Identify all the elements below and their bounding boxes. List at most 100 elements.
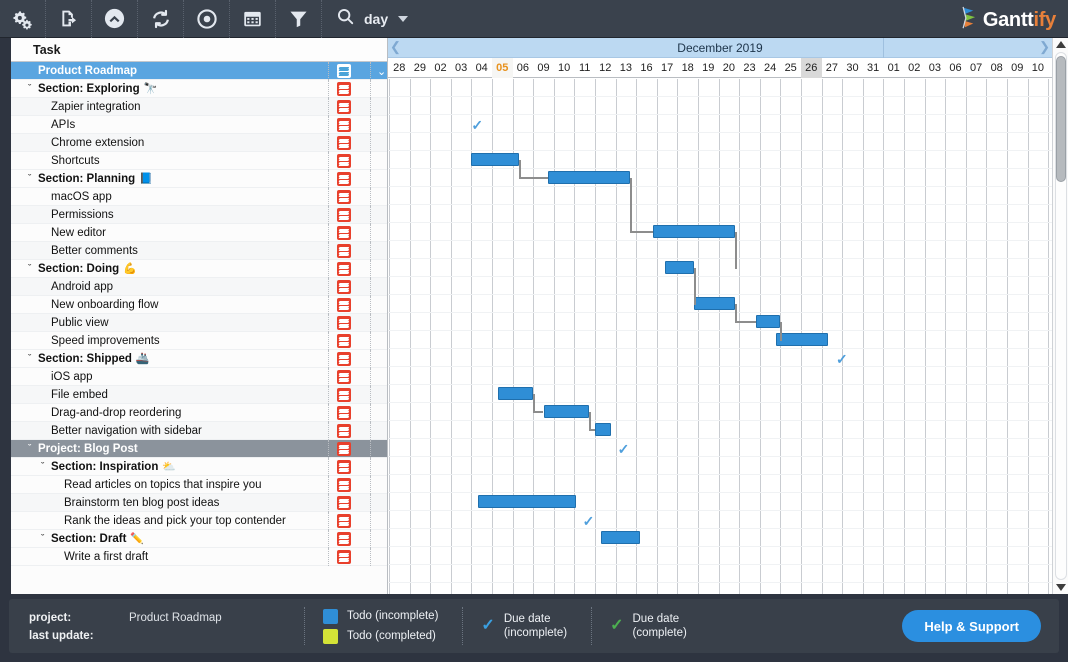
task-row[interactable]: macOS app bbox=[11, 188, 387, 206]
task-row[interactable]: Better navigation with sidebar bbox=[11, 422, 387, 440]
day-column-header[interactable]: 17 bbox=[657, 58, 678, 78]
task-row[interactable]: iOS app bbox=[11, 368, 387, 386]
day-column-header[interactable]: 06 bbox=[513, 58, 534, 78]
task-row[interactable]: Rank the ideas and pick your top contend… bbox=[11, 512, 387, 530]
task-row[interactable]: Better comments bbox=[11, 242, 387, 260]
day-column-header[interactable]: 10 bbox=[1028, 58, 1049, 78]
target-button[interactable] bbox=[184, 0, 230, 38]
settings-gears-button[interactable] bbox=[0, 0, 46, 38]
due-date-check-icon[interactable]: ✓ bbox=[471, 118, 483, 132]
refresh-button[interactable] bbox=[138, 0, 184, 38]
day-column-header[interactable]: 04 bbox=[471, 58, 492, 78]
day-column-header[interactable]: 09 bbox=[533, 58, 554, 78]
gantt-bar[interactable] bbox=[776, 333, 828, 346]
search-scale-group[interactable]: day bbox=[322, 0, 409, 38]
due-date-check-icon[interactable]: ✓ bbox=[618, 442, 630, 456]
task-row[interactable]: ˇ Section: Shipped 🚢 bbox=[11, 350, 387, 368]
gantt-bar[interactable] bbox=[652, 225, 736, 238]
task-row[interactable]: Permissions bbox=[11, 206, 387, 224]
task-row[interactable]: Write a first draft bbox=[11, 548, 387, 566]
day-column-header[interactable]: 01 bbox=[883, 58, 904, 78]
day-column-header[interactable]: 02 bbox=[430, 58, 451, 78]
task-row[interactable]: Zapier integration bbox=[11, 98, 387, 116]
task-row[interactable]: Speed improvements bbox=[11, 332, 387, 350]
day-column-header[interactable]: 31 bbox=[863, 58, 884, 78]
task-row[interactable]: Product Roadmap ⌄ bbox=[11, 62, 387, 80]
task-row[interactable]: Drag-and-drop reordering bbox=[11, 404, 387, 422]
vertical-scrollbar[interactable] bbox=[1052, 38, 1068, 594]
day-column-header[interactable]: 16 bbox=[636, 58, 657, 78]
chevron-right-icon[interactable]: ❯ bbox=[1039, 39, 1050, 55]
gantt-bar[interactable] bbox=[543, 405, 589, 418]
day-column-header[interactable]: 12 bbox=[595, 58, 616, 78]
day-column-header[interactable]: 03 bbox=[451, 58, 472, 78]
due-date-check-icon[interactable]: ✓ bbox=[583, 514, 595, 528]
disclosure-twisty-icon[interactable]: ˇ bbox=[25, 174, 34, 183]
task-row[interactable]: Brainstorm ten blog post ideas bbox=[11, 494, 387, 512]
chevron-left-icon[interactable]: ❮ bbox=[390, 39, 401, 55]
day-column-header[interactable]: 09 bbox=[1007, 58, 1028, 78]
disclosure-twisty-icon[interactable]: ˇ bbox=[25, 354, 34, 363]
search-icon[interactable] bbox=[336, 7, 355, 31]
task-row[interactable]: New editor bbox=[11, 224, 387, 242]
gantt-bar[interactable] bbox=[547, 171, 630, 184]
gantt-bar[interactable] bbox=[755, 315, 781, 328]
chevron-down-icon[interactable]: ⌄ bbox=[377, 65, 386, 78]
task-row[interactable]: File embed bbox=[11, 386, 387, 404]
collapse-up-button[interactable] bbox=[92, 0, 138, 38]
day-column-header[interactable]: 06 bbox=[945, 58, 966, 78]
day-column-header[interactable]: 27 bbox=[822, 58, 843, 78]
task-row[interactable]: Android app bbox=[11, 278, 387, 296]
calendar-button[interactable] bbox=[230, 0, 276, 38]
task-row[interactable]: Shortcuts bbox=[11, 152, 387, 170]
disclosure-twisty-icon[interactable]: ˇ bbox=[38, 534, 47, 543]
day-column-header[interactable]: 30 bbox=[842, 58, 863, 78]
gantt-bar[interactable] bbox=[601, 531, 641, 544]
day-column-header[interactable]: 24 bbox=[760, 58, 781, 78]
task-row[interactable]: APIs bbox=[11, 116, 387, 134]
gantt-bar[interactable] bbox=[471, 153, 519, 166]
gantt-bar[interactable] bbox=[498, 387, 534, 400]
task-row[interactable]: ˇ Section: Exploring 🔭 bbox=[11, 80, 387, 98]
disclosure-twisty-icon[interactable]: ˇ bbox=[25, 264, 34, 273]
day-column-header[interactable]: 25 bbox=[780, 58, 801, 78]
due-date-check-icon[interactable]: ✓ bbox=[836, 352, 848, 366]
day-column-header[interactable]: 05 bbox=[492, 58, 513, 78]
task-row[interactable]: ˇ Section: Draft ✏️ bbox=[11, 530, 387, 548]
day-column-header[interactable]: 26 bbox=[801, 58, 822, 78]
chevron-down-icon[interactable] bbox=[398, 15, 409, 22]
task-row[interactable]: ˇ Section: Inspiration ⛅ bbox=[11, 458, 387, 476]
gantt-bar[interactable] bbox=[477, 495, 577, 508]
task-row[interactable]: Chrome extension bbox=[11, 134, 387, 152]
scroll-down-arrow-icon[interactable] bbox=[1056, 584, 1066, 591]
disclosure-twisty-icon[interactable]: ˇ bbox=[25, 84, 34, 93]
export-button[interactable] bbox=[46, 0, 92, 38]
day-column-header[interactable]: 13 bbox=[616, 58, 637, 78]
day-column-header[interactable]: 08 bbox=[986, 58, 1007, 78]
day-column-header[interactable]: 07 bbox=[966, 58, 987, 78]
day-column-header[interactable]: 20 bbox=[719, 58, 740, 78]
help-support-button[interactable]: Help & Support bbox=[902, 610, 1041, 642]
disclosure-twisty-icon[interactable]: ˇ bbox=[25, 444, 34, 453]
day-column-header[interactable]: 03 bbox=[925, 58, 946, 78]
timescale-label[interactable]: day bbox=[364, 11, 388, 27]
gantt-grid[interactable]: ✓ ✓ ✓ ✓ bbox=[388, 79, 1052, 594]
task-row[interactable]: Public view bbox=[11, 314, 387, 332]
task-row[interactable]: New onboarding flow bbox=[11, 296, 387, 314]
disclosure-twisty-icon[interactable]: ˇ bbox=[38, 462, 47, 471]
day-column-header[interactable]: 18 bbox=[677, 58, 698, 78]
day-column-header[interactable]: 29 bbox=[410, 58, 431, 78]
day-column-header[interactable]: 28 bbox=[389, 58, 410, 78]
scroll-up-arrow-icon[interactable] bbox=[1056, 41, 1066, 48]
day-column-header[interactable]: 10 bbox=[554, 58, 575, 78]
gantt-bar[interactable] bbox=[693, 297, 736, 310]
vscroll-thumb[interactable] bbox=[1056, 56, 1066, 182]
task-row[interactable]: ˇ Project: Blog Post bbox=[11, 440, 387, 458]
gantt-bar[interactable] bbox=[665, 261, 694, 274]
task-row[interactable]: Read articles on topics that inspire you bbox=[11, 476, 387, 494]
gantt-bar[interactable] bbox=[595, 423, 612, 436]
day-column-header[interactable]: 19 bbox=[698, 58, 719, 78]
task-row[interactable]: ˇ Section: Planning 📘 bbox=[11, 170, 387, 188]
day-column-header[interactable]: 23 bbox=[739, 58, 760, 78]
task-row[interactable]: ˇ Section: Doing 💪 bbox=[11, 260, 387, 278]
